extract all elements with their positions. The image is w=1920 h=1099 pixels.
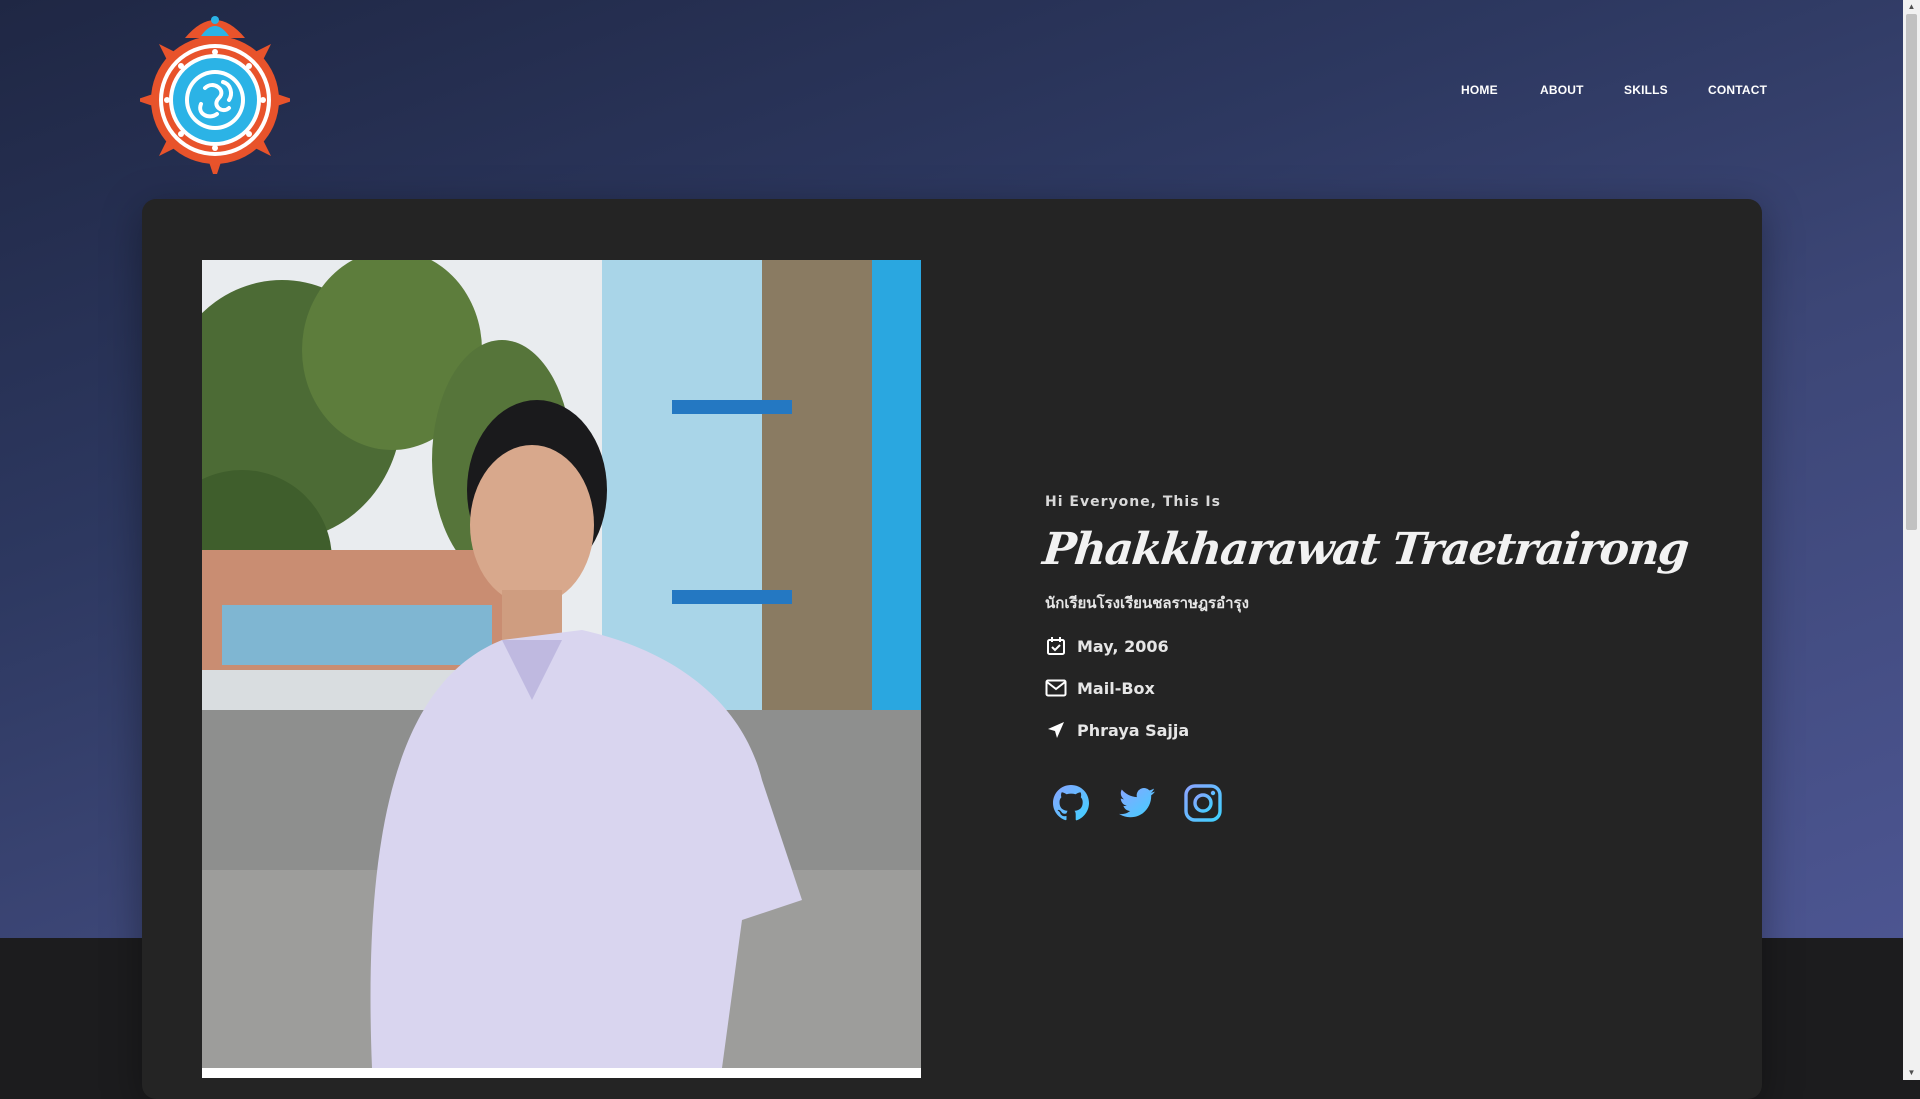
profile-photo bbox=[202, 260, 921, 1078]
location-row: Phraya Sajja bbox=[1045, 719, 1688, 741]
twitter-icon[interactable] bbox=[1117, 783, 1157, 823]
nav-skills-link[interactable]: SKILLS bbox=[1624, 83, 1668, 97]
location-arrow-icon bbox=[1045, 719, 1067, 741]
nav-about-link[interactable]: ABOUT bbox=[1540, 83, 1584, 97]
subtitle-text: นักเรียนโรงเรียนชลราษฎรอำรุง bbox=[1045, 594, 1249, 612]
scrollbar-thumb[interactable] bbox=[1906, 14, 1917, 530]
nav-home-link[interactable]: HOME bbox=[1461, 83, 1498, 97]
email-link[interactable]: Mail-Box bbox=[1077, 679, 1155, 698]
scroll-up-arrow-icon[interactable]: ▲ bbox=[1906, 1, 1917, 13]
school-emblem-logo[interactable] bbox=[135, 4, 295, 180]
scroll-down-arrow-icon[interactable]: ▼ bbox=[1906, 1067, 1917, 1079]
email-row[interactable]: Mail-Box bbox=[1045, 677, 1688, 699]
social-links bbox=[1051, 783, 1688, 823]
github-icon[interactable] bbox=[1051, 783, 1091, 823]
nav-contact-link[interactable]: CONTACT bbox=[1708, 83, 1767, 97]
intro-section: Hi Everyone, This Is Phakkharawat Traetr… bbox=[1040, 494, 1690, 823]
calendar-check-icon bbox=[1045, 635, 1067, 657]
birth-date: May, 2006 bbox=[1077, 636, 1169, 656]
instagram-icon[interactable] bbox=[1183, 783, 1223, 823]
person-name: Phakkharawat Traetrairong bbox=[1040, 524, 1691, 575]
location-text: Phraya Sajja bbox=[1077, 720, 1190, 740]
birth-row: May, 2006 bbox=[1045, 635, 1688, 657]
envelope-icon bbox=[1045, 677, 1067, 699]
greeting-text: Hi Everyone, This Is bbox=[1045, 494, 1221, 510]
